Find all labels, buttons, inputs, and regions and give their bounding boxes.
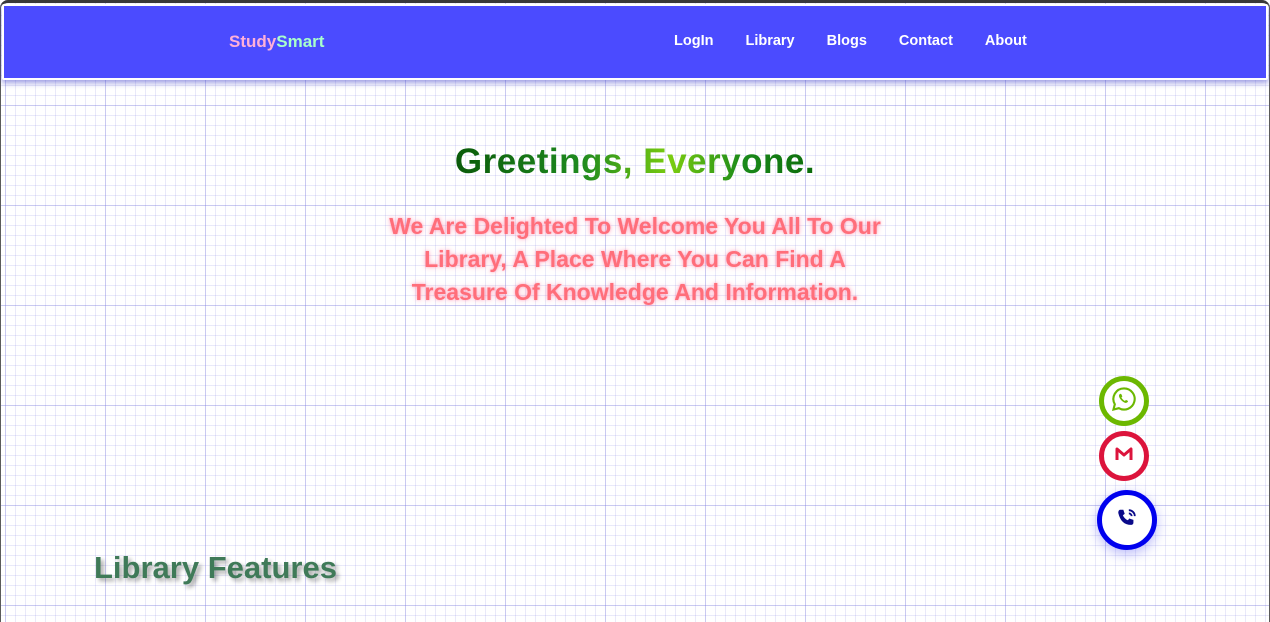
phone-call-icon — [1116, 507, 1138, 534]
welcome-message: We Are Delighted To Welcome You All To O… — [389, 213, 881, 305]
nav-links: LogIn Library Blogs Contact About — [674, 33, 1027, 49]
nav-link-blogs[interactable]: Blogs — [827, 33, 867, 49]
brand-study-text: Study — [229, 32, 277, 51]
gmail-button[interactable] — [1099, 431, 1149, 481]
greeting-heading: Greetings, Everyone. — [0, 142, 1270, 182]
nav-link-login[interactable]: LogIn — [674, 33, 713, 49]
nav-link-library[interactable]: Library — [745, 33, 794, 49]
whatsapp-button[interactable] — [1099, 376, 1149, 426]
brand-smart-text: Smart — [276, 32, 325, 51]
phone-call-button[interactable] — [1097, 490, 1157, 550]
brand-logo[interactable]: StudySmart — [229, 32, 324, 52]
gmail-icon — [1115, 447, 1133, 466]
nav-link-contact[interactable]: Contact — [899, 33, 953, 49]
nav-link-about[interactable]: About — [985, 33, 1027, 49]
library-features-heading: Library Features — [94, 550, 337, 585]
greeting-text: Greetings, Everyone. — [454, 142, 816, 181]
navbar: StudySmart LogIn Library Blogs Contact A… — [2, 4, 1268, 80]
whatsapp-icon — [1111, 386, 1137, 417]
window-frame — [0, 0, 1270, 622]
